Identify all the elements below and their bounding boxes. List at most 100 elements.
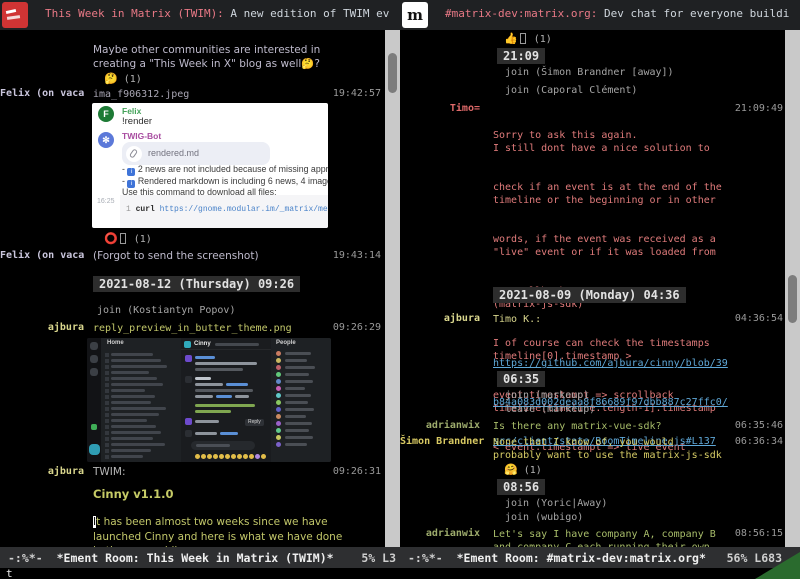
timestamp: 08:56:15 xyxy=(735,528,783,539)
timestamp: 19:42:57 xyxy=(333,88,381,99)
embed-timestamp: 16:25 xyxy=(97,198,115,205)
date-header: 2021-08-12 (Thursday) 09:26 xyxy=(93,276,300,292)
reaction[interactable]: ⭕ (1) xyxy=(104,232,152,245)
modeline-left: -:%*- *Ement Room: This Week in Matrix (… xyxy=(0,547,400,568)
buffer-name: *Ement Room: #matrix-dev:matrix.org* xyxy=(457,551,706,565)
attachment-name: rendered.md xyxy=(148,148,199,158)
circle-emoji-icon: ⭕ xyxy=(104,232,118,245)
membership-event: join (Yoric|Away) xyxy=(505,498,607,509)
timestamp: 21:09:49 xyxy=(735,103,783,114)
hug-emoji-icon: 🤗 xyxy=(504,463,518,476)
room-name: #matrix-dev:matrix.org: xyxy=(445,7,597,20)
date-header: 2021-08-09 (Monday) 04:36 xyxy=(493,287,686,303)
cinny-chat-header: Cinny xyxy=(181,338,271,350)
cinny-message-input xyxy=(191,441,255,450)
sender-nick: adrianwix xyxy=(400,528,480,539)
room-title-twim: This Week in Matrix (TWIM): A new editio… xyxy=(45,7,389,20)
membership-event: join (Kostiantyn Popov) xyxy=(97,305,235,316)
timestamp: 09:26:29 xyxy=(333,322,381,333)
timestamp: 09:26:31 xyxy=(333,466,381,477)
sender-nick: adrianwix xyxy=(400,420,480,431)
message-text: creating a "This Week in X" blog as well… xyxy=(93,57,320,71)
cinny-logo xyxy=(184,341,191,348)
search-icon xyxy=(90,368,98,376)
window-twim: This Week in Matrix (TWIM): A new editio… xyxy=(0,0,400,547)
room-name: This Week in Matrix (TWIM): xyxy=(45,7,224,20)
thinking-emoji-icon: 🤔 xyxy=(104,72,118,85)
embed-sender-name: Felix xyxy=(122,106,141,116)
file-message[interactable]: ima_f906312.jpeg xyxy=(93,88,189,101)
scrollbar-right[interactable] xyxy=(785,30,800,547)
buffer-position: 5% L3 xyxy=(361,551,396,565)
reply-tooltip: Reply xyxy=(245,419,264,426)
cinny-app-name: Cinny xyxy=(194,341,211,347)
cinny-member-list: People xyxy=(271,338,331,462)
quote-author: Timo K.: xyxy=(493,313,541,326)
message-text: TWIM: xyxy=(93,465,126,479)
membership-event: join (wubigo) xyxy=(505,512,583,523)
message-heading: Cinny v1.1.0 xyxy=(93,487,174,501)
embedded-image-cinny-screenshot[interactable]: Home Cinny xyxy=(87,338,331,462)
sender-nick: Felix (on vaca xyxy=(0,250,84,261)
membership-event: join (markeup) xyxy=(505,390,589,401)
hollow-cursor xyxy=(120,233,126,244)
timestamp: 19:43:14 xyxy=(333,250,381,261)
embed-sender-name: TWIG-Bot xyxy=(122,131,161,141)
message-text: Is there any matrix-vue-sdk? xyxy=(493,420,662,433)
embedded-image-element-screenshot[interactable]: F Felix !render ✻ TWIG-Bot rendered.md -… xyxy=(92,103,328,228)
home-icon xyxy=(90,342,98,350)
reaction[interactable]: 👍 (1) xyxy=(504,32,552,45)
paperclip-icon xyxy=(126,146,142,162)
member-list-header: People xyxy=(276,340,296,346)
reaction-count: (1) xyxy=(134,234,152,245)
sender-nick: ajbura xyxy=(0,322,84,333)
sender-nick: Timo= xyxy=(400,103,480,114)
membership-event: leave (markeup) xyxy=(505,404,595,415)
timestamp: 06:36:34 xyxy=(735,436,783,447)
attachment-pill: rendered.md xyxy=(122,142,270,165)
embed-message: !render xyxy=(122,116,152,127)
membership-event: join (Caporal Clément) xyxy=(505,85,637,96)
window-matrix-dev: m #matrix-dev:matrix.org: Dev chat for e… xyxy=(400,0,800,547)
reaction-count: (1) xyxy=(124,74,142,85)
user-avatar xyxy=(89,444,100,455)
membership-event: join (Šimon Brandner [away]) xyxy=(505,67,674,78)
twig-bot-avatar: ✻ xyxy=(98,132,114,148)
message-text: It has been almost two weeks since we ha… xyxy=(93,515,328,529)
scrollbar-thumb[interactable] xyxy=(788,275,797,323)
message-text: None that I know of, you would xyxy=(493,436,674,449)
sender-nick: Šimon Brandner xyxy=(400,436,480,447)
add-icon xyxy=(91,424,97,430)
room-header-matrix-dev: m #matrix-dev:matrix.org: Dev chat for e… xyxy=(400,0,800,30)
room-avatar-matrix-dev: m xyxy=(402,2,428,28)
message-text: (Forgot to send the screenshot) xyxy=(93,249,259,263)
hollow-cursor xyxy=(520,33,526,44)
message-text: launched Cinny and here is what we have … xyxy=(93,530,342,544)
scrollbar-thumb[interactable] xyxy=(388,53,397,93)
message-text: Maybe other communities are interested i… xyxy=(93,43,320,57)
sender-nick: ajbura xyxy=(0,466,84,477)
mouse-pointer xyxy=(755,552,800,579)
buffer-name: *Ement Room: This Week in Matrix (TWIM)* xyxy=(57,551,334,565)
sender-nick: Felix (on vaca xyxy=(0,88,84,99)
room-title-matrix-dev: #matrix-dev:matrix.org: Dev chat for eve… xyxy=(445,7,789,20)
reaction-count: (1) xyxy=(524,465,542,476)
scrollbar-left[interactable] xyxy=(385,30,400,547)
sender-nick: ajbura xyxy=(400,313,480,324)
embed-code-url: https://gnome.modular.im/_matrix/media/r… xyxy=(160,205,328,214)
cinny-room-list: Home xyxy=(101,338,181,462)
embed-bullet-line: - 2 news are not included because of mis… xyxy=(122,164,328,176)
reaction[interactable]: 🤗 (1) xyxy=(504,463,542,476)
reaction-count: (1) xyxy=(534,34,552,45)
minibuffer[interactable]: t xyxy=(0,568,800,579)
cinny-sidebar-rail xyxy=(87,338,101,462)
room-avatar-twim xyxy=(2,2,28,28)
room-list-header: Home xyxy=(107,340,124,346)
file-message[interactable]: reply_preview_in_butter_theme.png xyxy=(93,322,292,335)
reaction[interactable]: 🤔 (1) xyxy=(104,72,142,85)
message-text: Let's say I have company A, company B xyxy=(493,528,716,541)
person-icon xyxy=(90,355,98,363)
timestamp: 06:35:46 xyxy=(735,420,783,431)
time-header: 21:09 xyxy=(497,48,545,64)
room-topic: Dev chat for everyone buildi xyxy=(597,7,789,20)
